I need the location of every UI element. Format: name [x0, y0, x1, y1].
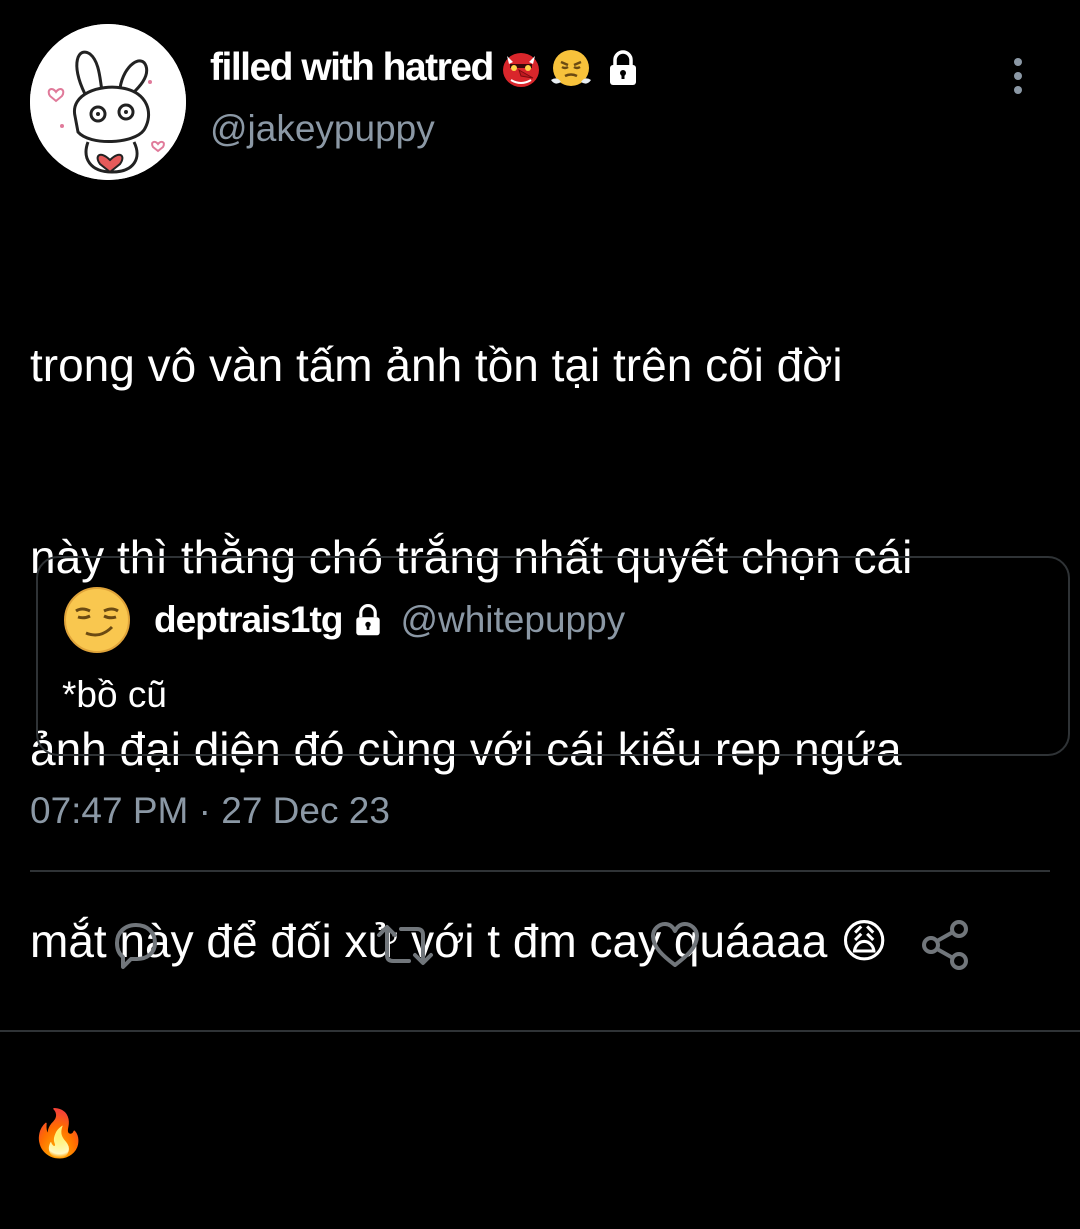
vertical-dots-icon: [1014, 58, 1022, 94]
heart-icon: [651, 922, 699, 967]
tweet-action-bar: [0, 910, 1080, 980]
retweet-icon: [377, 925, 433, 965]
quoted-author-display-name[interactable]: deptrais1tg: [154, 599, 343, 641]
author-display-name[interactable]: filled with hatred: [210, 46, 494, 90]
retweet-button[interactable]: [370, 910, 440, 980]
bunny-avatar-drawing: [30, 24, 186, 180]
tweet-timestamp[interactable]: 07:47 PM · 27 Dec 23: [30, 790, 390, 832]
quoted-tweet-text: *bồ cũ: [62, 674, 167, 715]
tweet-text-line: trong vô vàn tấm ảnh tồn tại trên cõi đờ…: [30, 339, 843, 391]
quoted-protected-lock-icon: [356, 604, 381, 636]
quoted-author-handle[interactable]: @whitepuppy: [400, 599, 625, 641]
author-handle[interactable]: @jakeypuppy: [210, 108, 435, 150]
divider: [30, 870, 1050, 872]
quoted-author-avatar[interactable]: [62, 585, 132, 655]
tweet-text-line: 🔥: [30, 1107, 88, 1159]
share-button[interactable]: [910, 910, 980, 980]
steam-nose-emoji-icon: [550, 50, 591, 86]
reply-icon: [115, 923, 157, 969]
tengu-emoji-icon: [502, 53, 539, 87]
like-button[interactable]: [640, 910, 710, 980]
author-avatar[interactable]: [30, 24, 186, 180]
quoted-tweet-card[interactable]: deptrais1tg @whitepuppy *bồ cũ: [36, 556, 1070, 756]
protected-lock-icon: [609, 50, 636, 85]
author-name-row: filled with hatred: [210, 40, 643, 96]
more-options-button[interactable]: [1000, 52, 1036, 100]
share-icon: [922, 920, 968, 970]
quoted-tweet-header: deptrais1tg @whitepuppy: [62, 587, 625, 653]
reply-button[interactable]: [100, 910, 170, 980]
